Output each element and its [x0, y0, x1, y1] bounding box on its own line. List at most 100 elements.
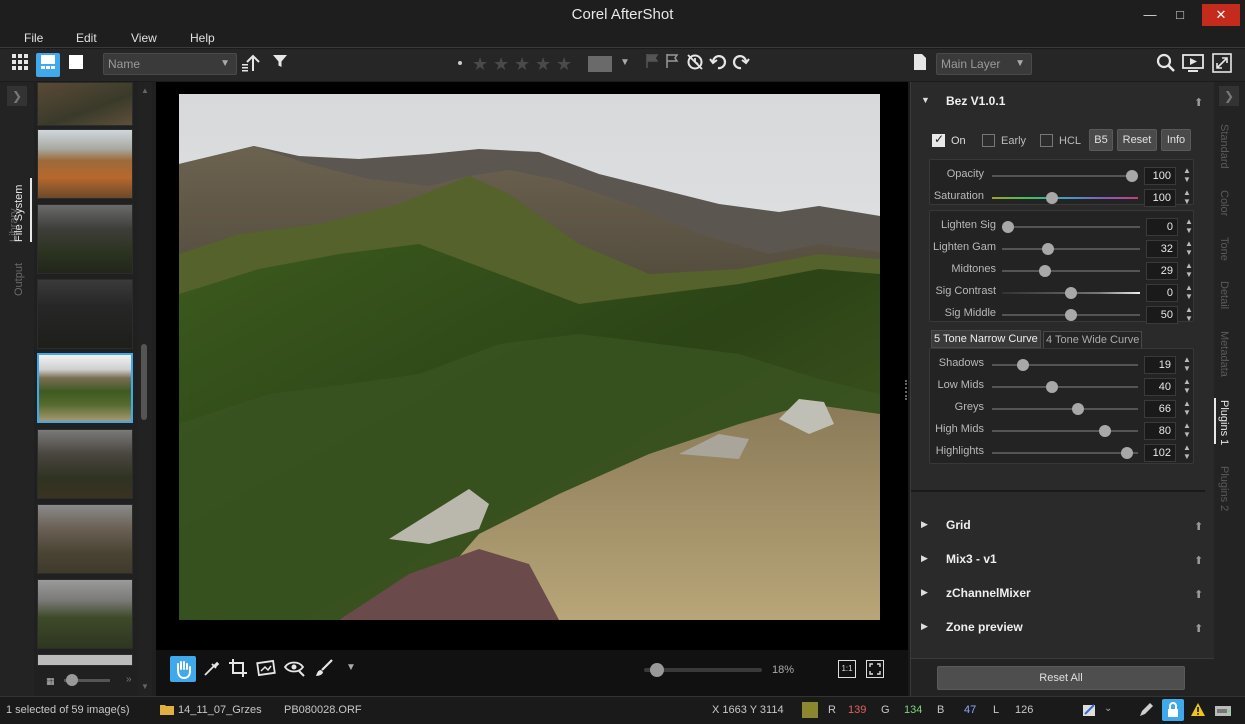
color-label-chevron-icon[interactable]: ▼	[620, 57, 630, 68]
thumbnail-size-knob[interactable]	[66, 674, 78, 686]
slider-knob[interactable]	[1099, 425, 1112, 437]
slider-value[interactable]: 100	[1144, 167, 1176, 185]
slider-track[interactable]	[992, 452, 1138, 454]
thumbnail-selected[interactable]	[37, 353, 133, 423]
layer-dropdown[interactable]: Main Layer ▼	[936, 53, 1032, 75]
rating-star-3-icon[interactable]: ★	[514, 54, 530, 75]
warning-icon[interactable]	[1190, 702, 1206, 720]
slider-value[interactable]: 66	[1144, 400, 1176, 418]
tab-color[interactable]: Color	[1218, 190, 1230, 216]
rating-star-1-icon[interactable]: ★	[472, 54, 488, 75]
minimize-button[interactable]: —	[1136, 4, 1164, 26]
slider-value[interactable]: 40	[1144, 378, 1176, 396]
menu-edit[interactable]: Edit	[76, 31, 97, 45]
disk-icon[interactable]	[1214, 702, 1232, 721]
zoom-fit-icon[interactable]	[866, 660, 884, 678]
slider-knob[interactable]	[1126, 170, 1138, 182]
tab-output[interactable]: Output	[13, 263, 25, 296]
color-picker-icon[interactable]	[1082, 702, 1098, 721]
spinner-arrows-icon[interactable]: ▲ ▼	[1182, 261, 1196, 281]
pin-icon[interactable]: ⬆	[1194, 588, 1203, 601]
search-icon[interactable]	[1154, 53, 1178, 77]
redo-icon[interactable]	[729, 53, 753, 77]
expand-left-icon[interactable]: ❯	[7, 86, 27, 106]
thumbnail-expand-icon[interactable]: »	[126, 674, 132, 685]
close-button[interactable]: ✕	[1202, 4, 1240, 26]
plugin-section-header[interactable]: ▶ zChannelMixer	[921, 586, 1031, 600]
single-view-icon[interactable]	[64, 53, 88, 77]
b5-button[interactable]: B5	[1089, 129, 1113, 151]
plugin-section-header[interactable]: ▶ Zone preview	[921, 620, 1023, 634]
slider-track[interactable]	[992, 386, 1138, 388]
spinner-arrows-icon[interactable]: ▲ ▼	[1180, 421, 1194, 441]
scroll-up-icon[interactable]: ▲	[140, 86, 150, 95]
slider-value[interactable]: 102	[1144, 444, 1176, 462]
flag-reject-icon[interactable]	[660, 53, 684, 77]
grid-view-icon[interactable]	[8, 53, 32, 77]
straighten-icon[interactable]	[256, 658, 276, 681]
plugin-section-header[interactable]: ▶ Mix3 - v1	[921, 552, 997, 566]
menu-file[interactable]: File	[24, 31, 43, 45]
slider-value[interactable]: 29	[1146, 262, 1178, 280]
slider-knob[interactable]	[1065, 287, 1077, 299]
spinner-arrows-icon[interactable]: ▲ ▼	[1182, 239, 1196, 259]
tab-plugins-2[interactable]: Plugins 2	[1218, 466, 1230, 511]
undo-icon[interactable]	[706, 53, 730, 77]
more-tools-chevron-icon[interactable]: ▼	[346, 662, 356, 673]
expand-right-icon[interactable]: ❯	[1219, 86, 1239, 106]
spinner-arrows-icon[interactable]: ▲ ▼	[1182, 305, 1196, 325]
filmstrip-view-icon[interactable]	[36, 53, 60, 77]
spinner-arrows-icon[interactable]: ▲ ▼	[1180, 188, 1194, 208]
spinner-arrows-icon[interactable]: ▲ ▼	[1180, 399, 1194, 419]
slider-knob[interactable]	[1045, 381, 1058, 393]
thumbnail[interactable]	[37, 654, 133, 666]
scrollbar-thumb[interactable]	[141, 344, 147, 420]
slider-track[interactable]	[992, 430, 1138, 432]
zoom-1to1-button[interactable]: 1:1	[838, 660, 856, 678]
maximize-button[interactable]: □	[1166, 4, 1194, 26]
slider-value[interactable]: 50	[1146, 306, 1178, 324]
document-icon[interactable]	[908, 53, 932, 77]
history-reset-icon[interactable]	[683, 53, 707, 77]
pin-icon[interactable]: ⬆	[1194, 622, 1203, 635]
lock-icon[interactable]	[1162, 699, 1184, 721]
slider-knob[interactable]	[1072, 403, 1085, 415]
tab-file-system[interactable]: File System	[13, 185, 25, 242]
thumbnail[interactable]	[37, 504, 133, 574]
tab-tone[interactable]: Tone	[1218, 237, 1230, 261]
eyedropper-icon[interactable]	[202, 658, 222, 681]
thumbnail[interactable]	[37, 579, 133, 649]
slider-value[interactable]: 19	[1144, 356, 1176, 374]
tab-plugins-1[interactable]: Plugins 1	[1218, 400, 1230, 445]
slider-track[interactable]	[992, 408, 1138, 410]
menu-help[interactable]: Help	[190, 31, 215, 45]
plugin-section-header[interactable]: ▶ Grid	[921, 518, 971, 532]
status-chevron-down-icon[interactable]: ⌄	[1104, 703, 1112, 714]
slider-value[interactable]: 32	[1146, 240, 1178, 258]
slider-knob[interactable]	[1045, 192, 1058, 204]
slider-value[interactable]: 80	[1144, 422, 1176, 440]
slider-knob[interactable]	[1120, 447, 1133, 459]
info-button[interactable]: Info	[1161, 129, 1191, 151]
on-checkbox[interactable]	[932, 132, 945, 147]
tab-standard[interactable]: Standard	[1218, 124, 1230, 169]
slideshow-icon[interactable]	[1181, 53, 1205, 77]
thumbnail[interactable]	[37, 82, 133, 126]
thumbnail[interactable]	[37, 279, 133, 349]
rating-star-5-icon[interactable]: ★	[556, 54, 572, 75]
filter-icon[interactable]	[268, 53, 292, 77]
fullscreen-icon[interactable]	[1210, 53, 1234, 77]
spinner-arrows-icon[interactable]: ▲ ▼	[1180, 355, 1194, 375]
thumbnail-scrollbar[interactable]: ▲ ▼	[138, 82, 152, 696]
hand-tool-icon[interactable]	[170, 656, 196, 682]
thumbnail[interactable]	[37, 429, 133, 499]
hcl-checkbox[interactable]	[1040, 134, 1053, 147]
spinner-arrows-icon[interactable]: ▲ ▼	[1180, 166, 1194, 186]
spinner-arrows-icon[interactable]: ▲ ▼	[1180, 377, 1194, 397]
slider-knob[interactable]	[1065, 309, 1077, 321]
bez-section-header[interactable]: ▼ Bez V1.0.1	[921, 94, 1005, 108]
sort-dropdown[interactable]: Name ▼	[103, 53, 237, 75]
pin-icon[interactable]: ⬆	[1194, 96, 1203, 109]
main-photo[interactable]	[179, 94, 880, 620]
slider-value[interactable]: 0	[1146, 284, 1178, 302]
